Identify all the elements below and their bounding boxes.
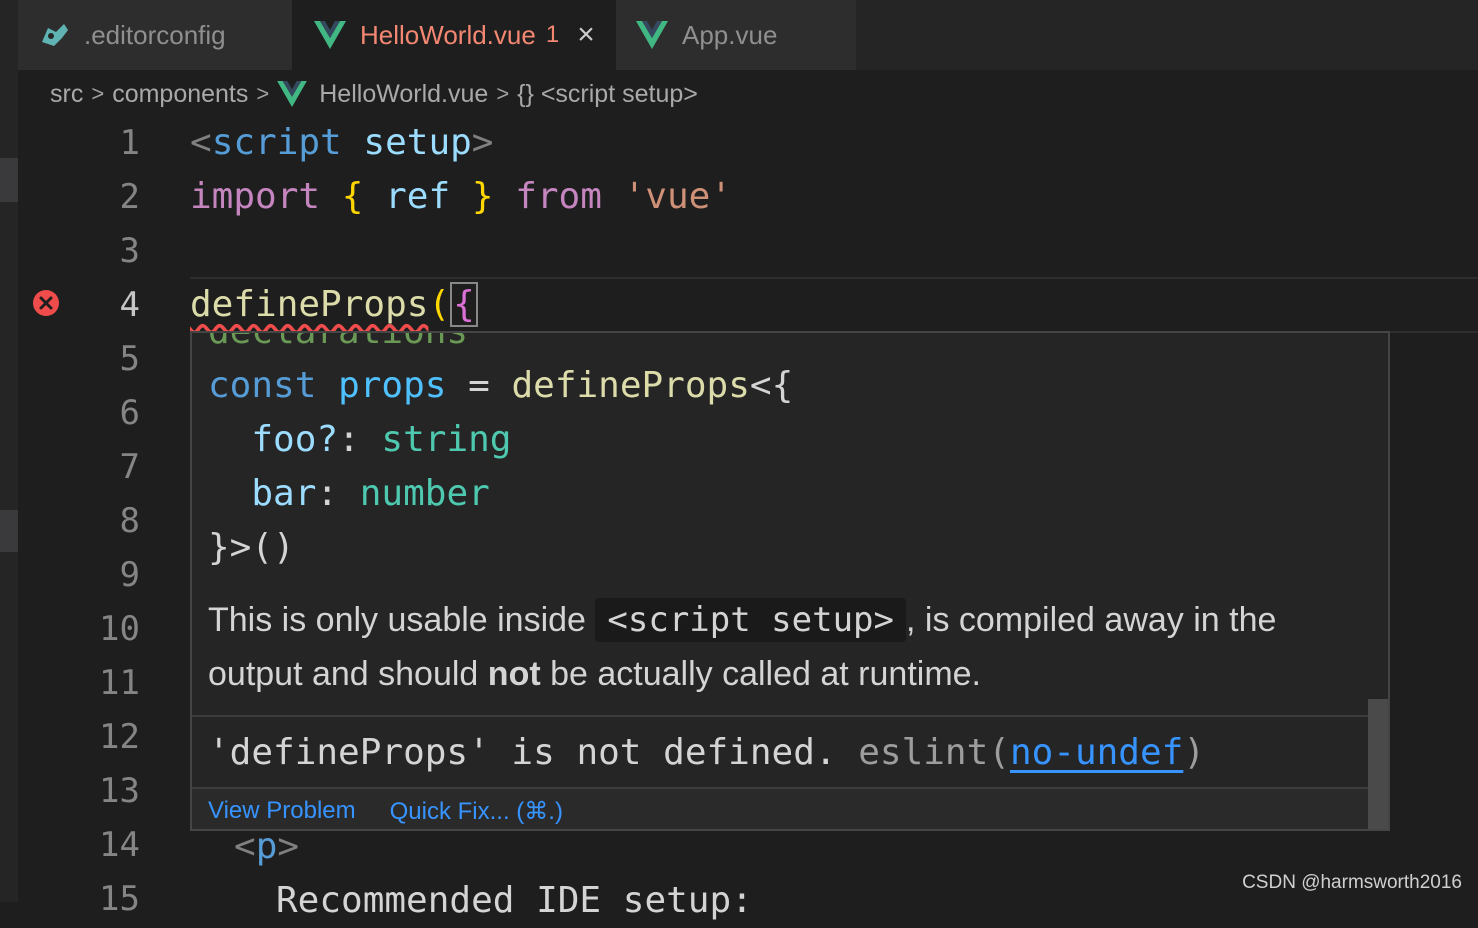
code-token: : (316, 473, 360, 514)
code-token: setup (363, 122, 472, 163)
line-number: 12 (99, 717, 140, 757)
line-number: 7 (119, 447, 140, 487)
hover-code-line: const props = defineProps<{ (208, 359, 1368, 413)
code-token: import (190, 176, 321, 217)
diagnostic-message: 'defineProps' is not defined. eslint(no-… (208, 725, 1205, 781)
chevron-right-icon: > (496, 81, 510, 106)
line-number: 14 (99, 825, 140, 865)
line-number: 9 (119, 555, 140, 595)
tab-helloworld-vue[interactable]: HelloWorld.vue 1 × (292, 0, 616, 70)
breadcrumb-item-symbol[interactable]: {} <script setup> (517, 80, 698, 109)
hover-comment: declarations (208, 331, 469, 352)
vue-icon (277, 81, 308, 107)
code-token: from (515, 176, 602, 217)
diagnostic-source: ) (1183, 732, 1206, 773)
line-number: 15 (99, 879, 140, 919)
editorconfig-icon (42, 24, 68, 46)
line-number: 4 (119, 285, 140, 325)
watermark: CSDN @harmsworth2016 (1242, 872, 1462, 893)
code-token: props (338, 365, 447, 406)
error-squiggle-token[interactable]: defineProps (190, 284, 428, 325)
code-token: p (255, 826, 278, 867)
code-token: defineProps (511, 365, 750, 406)
code-token: ( (428, 284, 451, 325)
close-icon[interactable]: × (577, 18, 595, 52)
breadcrumb-item-file[interactable]: HelloWorld.vue (319, 80, 488, 109)
code-line: Recommended IDE setup: (276, 880, 753, 921)
breadcrumb-item-src[interactable]: src (50, 80, 83, 109)
code-token: : (338, 419, 382, 460)
line-number: 2 (119, 177, 140, 217)
breadcrumb: src > components > HelloWorld.vue > {} <… (50, 72, 698, 116)
hover-description: This is only usable inside <script setup… (208, 593, 1368, 701)
text-run: This is only usable inside (208, 601, 596, 639)
code-line: import { ref } from 'vue' (190, 170, 732, 224)
code-token: } (471, 176, 494, 217)
problem-count-badge: 1 (545, 21, 560, 48)
hover-scrollbar[interactable] (1368, 699, 1388, 829)
code-token: number (359, 473, 490, 514)
hover-divider (192, 715, 1388, 717)
code-line: <script setup> (190, 116, 732, 170)
breadcrumb-item-components[interactable]: components (112, 80, 248, 109)
code-token: const (208, 365, 317, 406)
code-token: script (211, 122, 342, 163)
line-number: 10 (99, 609, 140, 649)
code-line: defineProps({ (190, 278, 732, 332)
hover-code-line: }>() (208, 527, 295, 568)
inline-code: <script setup> (595, 598, 906, 642)
tab-editorconfig[interactable]: .editorconfig (18, 0, 292, 70)
chevron-right-icon: > (91, 81, 105, 106)
code-token: 'vue' (623, 176, 732, 217)
code-editor[interactable]: <script setup> import { ref } from 'vue'… (190, 116, 732, 332)
eslint-rule-link[interactable]: no-undef (1010, 732, 1183, 773)
hover-documentation: declarations const props = defineProps<{… (208, 333, 1368, 701)
code-token: < (190, 122, 212, 163)
line-number-gutter: 1 2 3 4 5 6 7 8 9 10 11 12 13 14 15 (20, 116, 140, 926)
line-number: 11 (99, 663, 140, 703)
diagnostic-source: eslint( (836, 732, 1010, 773)
tab-label: .editorconfig (84, 19, 226, 50)
tab-app-vue[interactable]: App.vue (616, 0, 856, 70)
code-token: <{ (749, 365, 794, 406)
activity-strip (0, 0, 18, 902)
quick-fix-link[interactable]: Quick Fix... (⌘.) (390, 797, 563, 826)
bracket-match: { (450, 282, 478, 327)
diagnostic-text: 'defineProps' is not defined. (208, 732, 837, 773)
hover-code-line: bar: number (208, 467, 1368, 521)
code-token: { (341, 176, 364, 217)
hover-tooltip: declarations const props = defineProps<{… (190, 331, 1390, 831)
code-token: > (277, 826, 300, 867)
text-run: not (487, 655, 541, 693)
vue-icon (636, 21, 668, 49)
activity-indicator (0, 510, 18, 552)
tab-label: App.vue (682, 19, 778, 50)
code-token: bar (251, 473, 317, 514)
line-number: 13 (99, 771, 140, 811)
line-number: 3 (119, 231, 140, 271)
view-problem-link[interactable]: View Problem (208, 797, 356, 825)
hover-code-line: foo?: string (208, 413, 1368, 467)
line-number: 8 (119, 501, 140, 541)
line-number: 6 (119, 393, 140, 433)
code-token: foo? (251, 419, 339, 460)
text-run: be actually called at runtime. (540, 655, 981, 693)
tab-label: HelloWorld.vue (360, 19, 536, 50)
code-token: ref (385, 176, 451, 217)
code-token: > (471, 122, 494, 163)
hover-actions-bar: View Problem Quick Fix... (⌘.) (192, 787, 1386, 829)
chevron-right-icon: > (256, 81, 270, 106)
code-token: string (381, 419, 512, 460)
code-token: < (234, 826, 256, 867)
vue-icon (314, 21, 346, 49)
line-number: 1 (119, 123, 140, 163)
code-token: = (446, 365, 512, 406)
activity-indicator (0, 158, 18, 202)
line-number: 5 (119, 339, 140, 379)
tab-bar: .editorconfig HelloWorld.vue 1 × App.vue (18, 0, 1478, 70)
